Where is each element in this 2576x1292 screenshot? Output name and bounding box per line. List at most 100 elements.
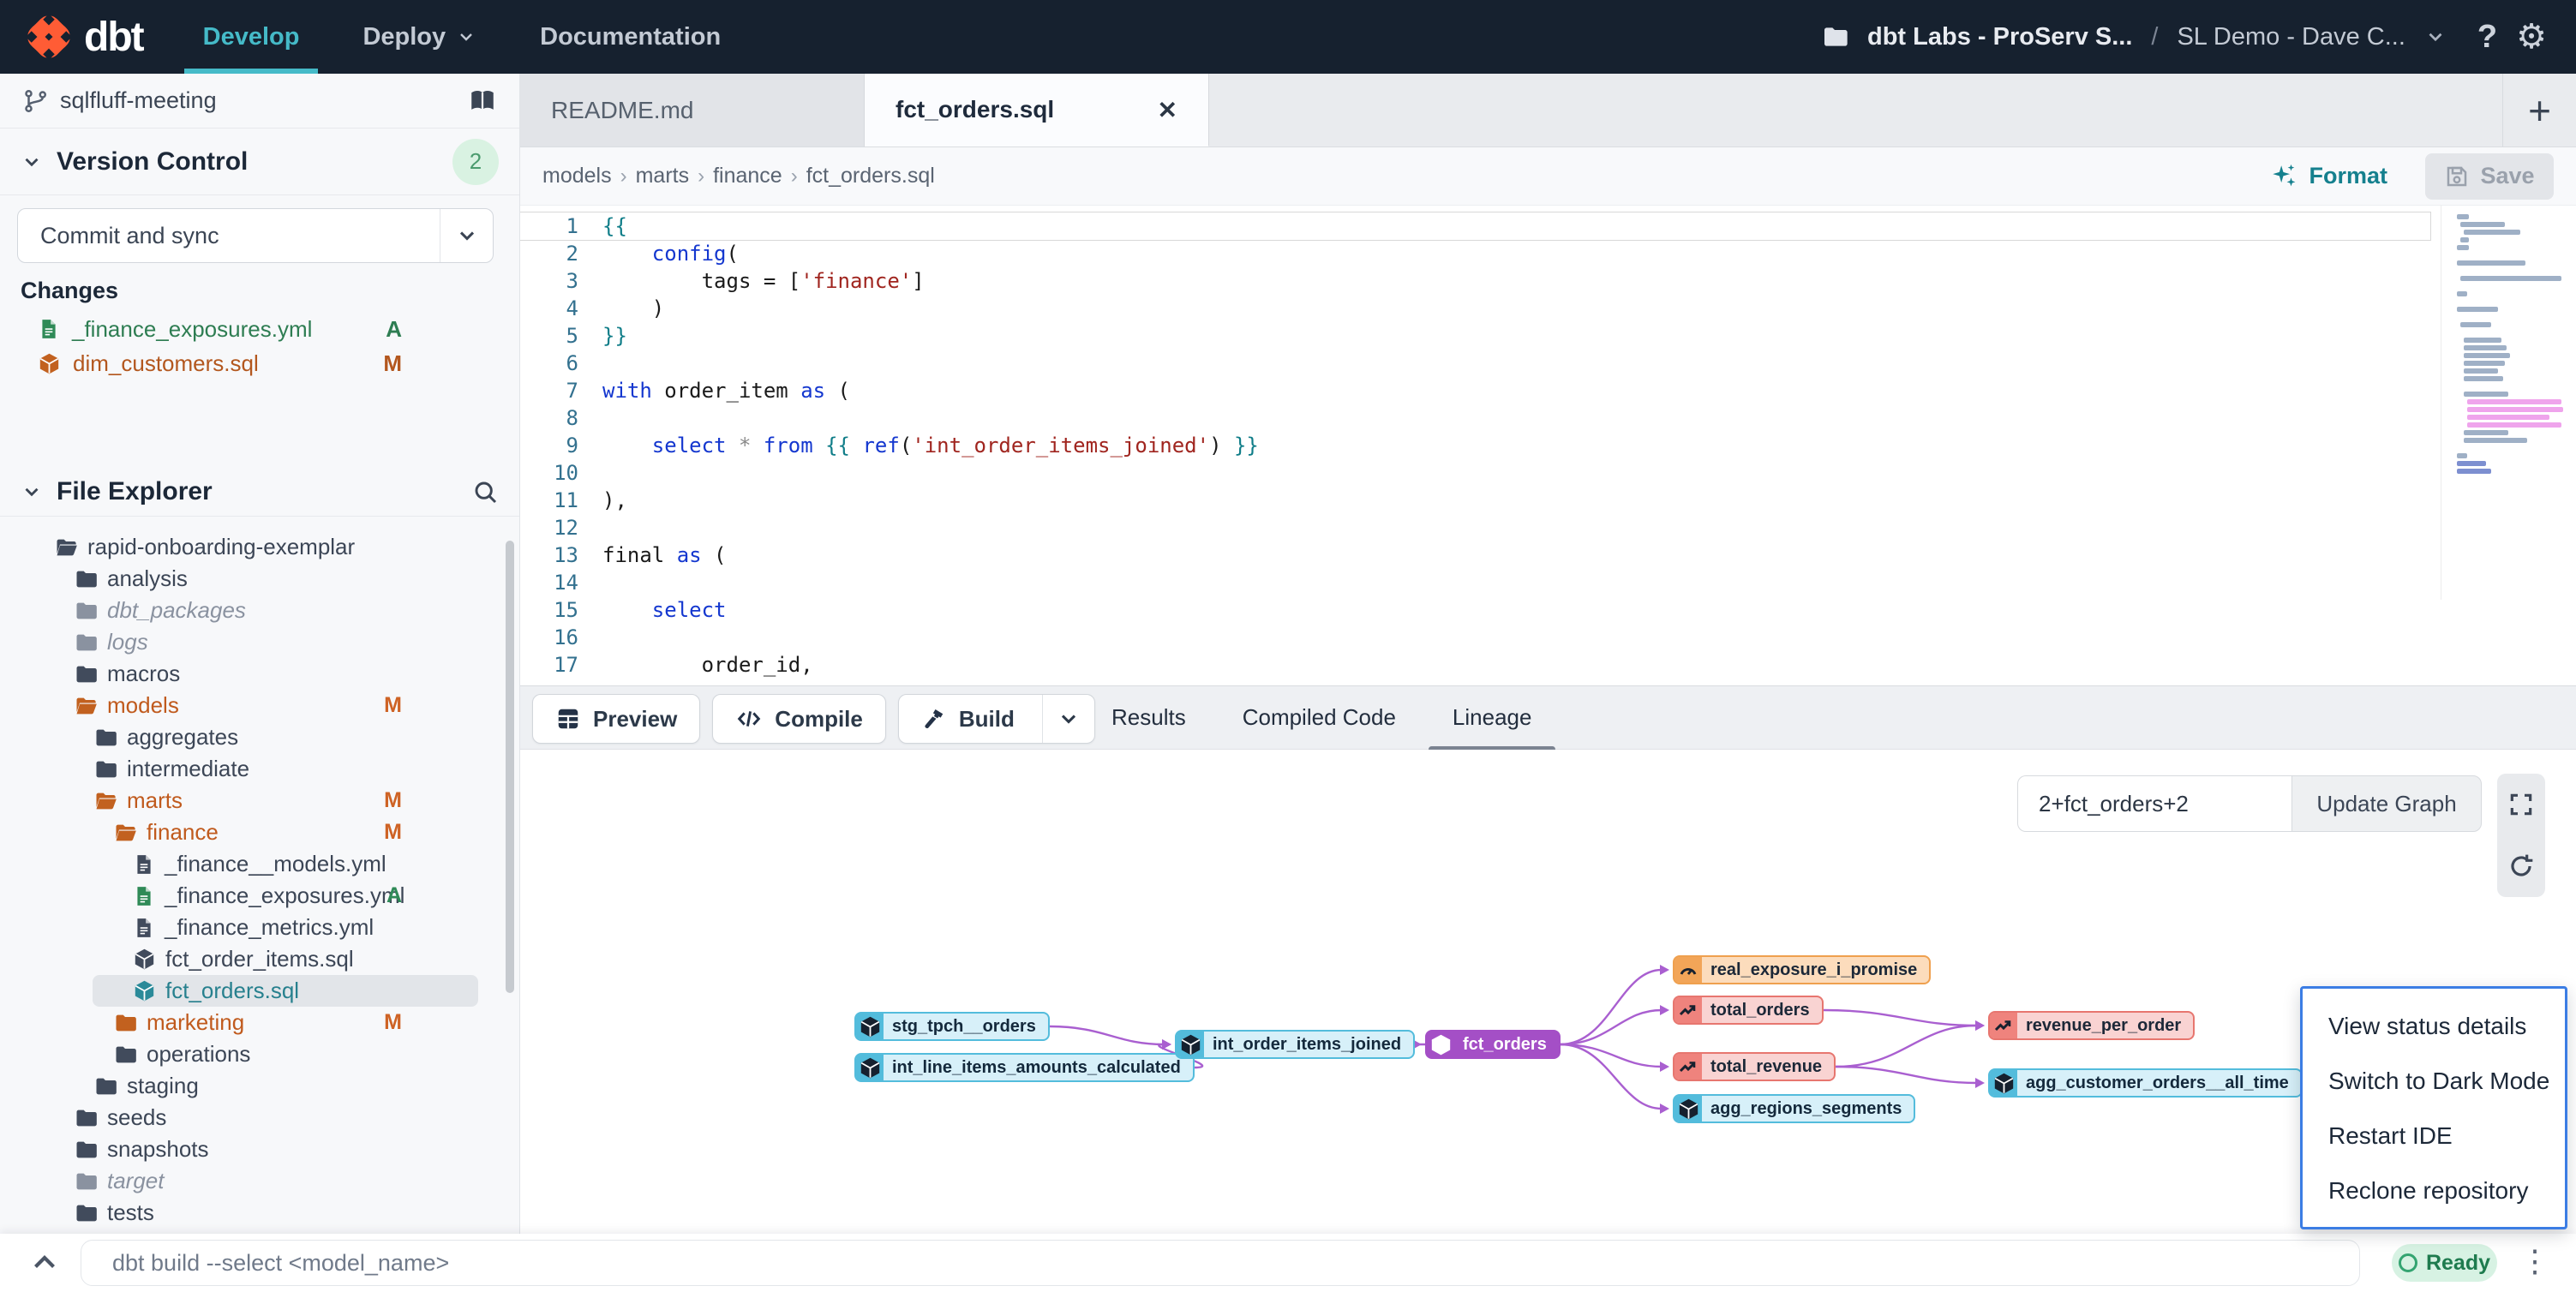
breadcrumb-segment[interactable]: fct_orders.sql [806,164,935,188]
code-line[interactable]: 12 [520,514,2430,541]
tab-README.md[interactable]: README.md [520,74,865,147]
lineage-node-t_revenue[interactable]: total_revenue [1673,1052,1836,1081]
change-item[interactable]: dim_customers.sqlM [0,346,519,380]
lineage-node-stg[interactable]: stg_tpch__orders [854,1012,1050,1041]
lineage-node-rev_order[interactable]: revenue_per_order [1988,1011,2195,1040]
tree-item-rapid-onboarding-exemplar[interactable]: rapid-onboarding-exemplar [0,531,519,563]
reset-view-icon[interactable] [2507,852,2535,880]
tree-item-tests[interactable]: tests [0,1197,519,1229]
tree-item-_finance__models.yml[interactable]: _finance__models.yml [0,848,519,880]
nav-item-develop[interactable]: Develop [203,0,300,74]
tree-item-staging[interactable]: staging [0,1070,519,1102]
code-line[interactable]: 15 select [520,596,2430,624]
kebab-menu-icon[interactable]: ⋮ [2519,1246,2550,1277]
menu-item-view-status-details[interactable]: View status details [2303,999,2565,1054]
code-editor[interactable]: 1{{2 config(3 tags = ['finance']4 )5}}67… [520,206,2576,685]
code-line[interactable]: 16 [520,624,2430,651]
code-line[interactable]: 5}} [520,322,2430,350]
compile-button[interactable]: Compile [712,694,886,744]
version-control-header[interactable]: Version Control 2 [0,129,519,195]
menu-item-reclone-repository[interactable]: Reclone repository [2303,1163,2565,1218]
tree-item-target[interactable]: target [0,1165,519,1197]
panel-tab-results[interactable]: Results [1111,686,1186,749]
tree-item-fct_order_items.sql[interactable]: fct_order_items.sql [0,943,519,975]
lineage-node-intjoined[interactable]: int_order_items_joined [1175,1030,1415,1059]
tree-item-finance[interactable]: financeM [0,816,519,848]
tab-fct_orders.sql[interactable]: fct_orders.sql✕ [865,74,1209,147]
code-line[interactable]: 10 [520,459,2430,487]
update-graph-button[interactable]: Update Graph [2291,775,2482,832]
lineage-node-t_orders[interactable]: total_orders [1673,996,1824,1025]
tree-item-macros[interactable]: macros [0,658,519,690]
tree-item-aggregates[interactable]: aggregates [0,721,519,753]
code-line[interactable]: 1{{ [520,212,2430,240]
help-icon[interactable]: ? [2477,21,2497,53]
tree-item-operations[interactable]: operations [0,1038,519,1070]
build-options-chevron[interactable] [1042,695,1094,743]
tree-item-snapshots[interactable]: snapshots [0,1133,519,1165]
code-line[interactable]: 4 ) [520,295,2430,322]
code-line[interactable]: 11), [520,487,2430,514]
close-icon[interactable]: ✕ [1158,96,1177,124]
panel-tab-lineage[interactable]: Lineage [1453,686,1532,749]
code-line[interactable]: 17 order_id, [520,651,2430,679]
tree-item-marts[interactable]: martsM [0,785,519,816]
minimap[interactable] [2441,206,2576,600]
tree-scrollbar[interactable] [506,541,514,993]
code-line[interactable]: 7with order_item as ( [520,377,2430,404]
lineage-node-intline[interactable]: int_line_items_amounts_calculated [854,1053,1195,1082]
preview-button[interactable]: Preview [532,694,700,744]
gear-icon[interactable]: ⚙ [2516,20,2547,54]
status-badge[interactable]: Ready [2392,1244,2497,1282]
commit-and-sync-button[interactable]: Commit and sync [17,208,494,263]
commit-options-chevron[interactable] [440,209,493,262]
lineage-node-agg_cust[interactable]: agg_customer_orders__all_time [1988,1068,2303,1098]
lineage-canvas[interactable]: stg_tpch__orders int_line_items_amounts_c… [520,750,2576,1234]
panel-tab-compiled-code[interactable]: Compiled Code [1243,686,1396,749]
tree-item-logs[interactable]: logs [0,626,519,658]
tree-item-intermediate[interactable]: intermediate [0,753,519,785]
format-button[interactable]: Format [2269,162,2387,191]
chevron-up-icon[interactable] [29,1247,60,1278]
docs-book-icon[interactable] [468,87,497,116]
breadcrumb-segment[interactable]: marts [636,164,690,188]
fullscreen-icon[interactable] [2507,791,2535,818]
code-line[interactable]: 3 tags = ['finance'] [520,267,2430,295]
dbt-command-input[interactable] [81,1240,2360,1286]
search-icon[interactable] [471,478,499,505]
tree-item-_finance_exposures.yml[interactable]: _finance_exposures.ymlA [0,880,519,912]
tree-item-fct_orders.sql[interactable]: fct_orders.sql [93,975,478,1007]
file-explorer-header[interactable]: File Explorer [0,467,519,517]
environment-selector[interactable]: SL Demo - Dave C... [2177,23,2405,51]
lineage-node-agg_regions[interactable]: agg_regions_segments [1673,1094,1915,1123]
tree-item-analysis[interactable]: analysis [0,563,519,595]
code-line[interactable]: 14 [520,569,2430,596]
code-line[interactable]: 9 select * from {{ ref('int_order_items_… [520,432,2430,459]
nav-item-documentation[interactable]: Documentation [540,0,721,74]
code-line[interactable]: 13final as ( [520,541,2430,569]
code-line[interactable]: 2 config( [520,240,2430,267]
build-button[interactable]: Build [898,694,1095,744]
breadcrumb-segment[interactable]: finance [713,164,782,188]
tree-item-models[interactable]: modelsM [0,690,519,721]
chevron-down-icon[interactable] [2424,26,2447,48]
dbt-logo[interactable]: dbt [26,14,143,61]
tree-item-marketing[interactable]: marketingM [0,1007,519,1038]
tree-item-seeds[interactable]: seeds [0,1102,519,1133]
nav-item-deploy[interactable]: Deploy [362,0,476,74]
lineage-node-exposure[interactable]: real_exposure_i_promise [1673,955,1931,984]
project-selector[interactable]: dbt Labs - ProServ S... [1867,23,2132,51]
menu-item-switch-to-dark-mode[interactable]: Switch to Dark Mode [2303,1054,2565,1109]
tree-item-dbt_packages[interactable]: dbt_packages [0,595,519,626]
breadcrumb-segment[interactable]: models [542,164,612,188]
branch-name[interactable]: sqlfluff-meeting [60,87,217,114]
code-line[interactable]: 6 [520,350,2430,377]
change-item[interactable]: _finance_exposures.ymlA [0,312,519,346]
code-line[interactable]: 8 [520,404,2430,432]
menu-item-restart-ide[interactable]: Restart IDE [2303,1109,2565,1163]
lineage-node-fct[interactable]: fct_orders [1425,1030,1561,1059]
tree-item-_finance_metrics.yml[interactable]: _finance_metrics.yml [0,912,519,943]
new-tab-button[interactable]: + [2502,74,2576,147]
save-button[interactable]: Save [2425,153,2554,200]
lineage-selector-input[interactable] [2017,775,2291,832]
